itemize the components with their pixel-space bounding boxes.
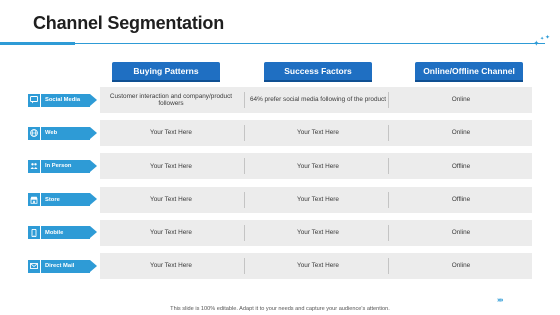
table-cell: Your Text Here xyxy=(297,129,339,137)
row-label-social-media: Social Media xyxy=(28,93,97,107)
sparkle-icon: ✦ xyxy=(540,36,545,42)
column-divider xyxy=(244,158,245,175)
title-underline-accent xyxy=(0,42,75,45)
column-divider xyxy=(388,92,389,108)
sparkle-icon: ✦ xyxy=(533,39,540,48)
social-media-icon xyxy=(28,93,41,107)
column-header-buying-patterns: Buying Patterns xyxy=(112,62,220,80)
row-label-in-person: In Person xyxy=(28,159,97,173)
column-divider xyxy=(388,125,389,142)
column-header-success-factors: Success Factors xyxy=(264,62,372,80)
table-cell: Online xyxy=(451,96,471,104)
table-cell: Your Text Here xyxy=(150,262,192,270)
column-divider xyxy=(244,92,245,108)
row-label-web: Web xyxy=(28,126,97,140)
table-cell: 64% prefer social media following of the… xyxy=(249,96,387,104)
row-label-text: Social Media xyxy=(45,97,81,103)
table-cell: Customer interaction and company/product… xyxy=(109,92,233,108)
row-label-direct-mail: Direct Mail xyxy=(28,259,97,273)
row-label-mobile: Mobile xyxy=(28,226,97,240)
row-label-text: Store xyxy=(45,196,60,203)
store-icon xyxy=(28,193,41,207)
mail-icon xyxy=(28,259,41,273)
column-divider xyxy=(388,158,389,175)
table-cell: Online xyxy=(451,262,471,270)
table-cell: Offline xyxy=(451,162,471,170)
table-cell: Online xyxy=(451,229,471,237)
table-cell: Offline xyxy=(451,195,471,203)
table-cell: Your Text Here xyxy=(297,229,339,237)
row-label-text: Direct Mail xyxy=(45,263,75,269)
table-cell: Your Text Here xyxy=(150,229,192,237)
column-divider xyxy=(244,258,245,274)
row-label-text: In Person xyxy=(45,163,72,170)
table-cell: Online xyxy=(451,129,471,137)
column-divider xyxy=(388,224,389,241)
column-divider xyxy=(388,258,389,274)
column-header-channel: Online/Offline Channel xyxy=(415,62,523,80)
column-divider xyxy=(244,125,245,142)
sparkle-icon: ✦ xyxy=(545,35,551,41)
table-cell: Your Text Here xyxy=(150,129,192,137)
next-arrows-icon[interactable]: ›››› xyxy=(497,297,503,304)
table-cell: Your Text Here xyxy=(150,195,192,203)
row-label-text: Mobile xyxy=(45,229,64,236)
table-cell: Your Text Here xyxy=(297,195,339,203)
table-cell: Your Text Here xyxy=(150,162,192,170)
people-icon xyxy=(28,159,41,173)
table-cell: Your Text Here xyxy=(297,162,339,170)
row-label-store: Store xyxy=(28,193,97,207)
page-title: Channel Segmentation xyxy=(33,13,225,33)
column-divider xyxy=(244,191,245,208)
title-underline xyxy=(0,43,545,44)
row-label-text: Web xyxy=(45,130,58,137)
mobile-icon xyxy=(28,226,41,240)
column-divider xyxy=(388,191,389,208)
table-cell: Your Text Here xyxy=(297,262,339,270)
column-divider xyxy=(244,224,245,241)
globe-icon xyxy=(28,126,41,140)
footer-note: This slide is 100% editable. Adapt it to… xyxy=(170,306,390,312)
